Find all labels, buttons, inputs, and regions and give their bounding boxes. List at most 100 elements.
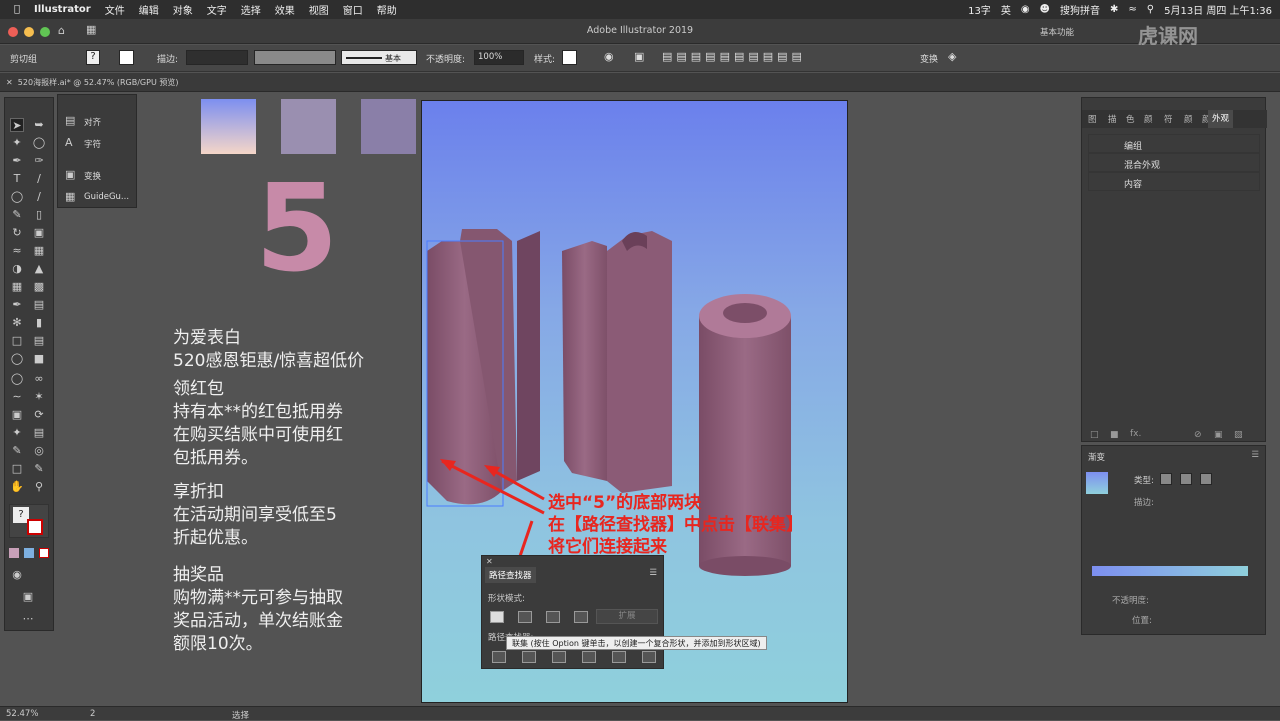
gradient-preview[interactable] (1086, 472, 1108, 494)
none-mode-icon[interactable] (39, 548, 49, 558)
variable-width-field[interactable] (254, 50, 336, 65)
tab-image[interactable]: 图 (1088, 113, 1097, 125)
fill-stroke-widget[interactable]: ? (9, 504, 49, 538)
search-icon[interactable]: ⚲ (1147, 4, 1154, 15)
tab-color[interactable]: 色 (1126, 113, 1135, 125)
minus-front-icon[interactable] (518, 611, 532, 623)
word-count[interactable]: 13字 (968, 2, 991, 17)
menu-type[interactable]: 文字 (207, 2, 227, 17)
expand-button[interactable]: 扩展 (596, 609, 658, 624)
apple-icon[interactable]:  (14, 4, 20, 15)
color-swatch-gradient[interactable] (201, 99, 256, 154)
pen-tool-icon[interactable]: ✒ (10, 154, 24, 168)
opacity-input[interactable]: 100% (474, 50, 524, 65)
add-stroke-icon[interactable]: □ (1090, 430, 1099, 440)
promo-block-1[interactable]: 为爱表白 520感恩钜惠/惊喜超低价 (173, 327, 364, 373)
promo-block-3[interactable]: 享折扣 在活动期间享受低至5 折起优惠。 (173, 481, 337, 550)
ellipse-shape-icon[interactable]: ◯ (10, 372, 24, 386)
menu-object[interactable]: 对象 (173, 2, 193, 17)
trim-icon[interactable] (522, 651, 536, 663)
digit-two-shape[interactable] (562, 231, 672, 493)
align-buttons-icon[interactable]: ▤▤▤▤▤▤▤▤▤▤ (662, 50, 806, 63)
record-icon[interactable]: ◉ (1021, 4, 1030, 15)
scale-tool-icon[interactable]: ▣ (32, 226, 46, 240)
color-swatch-lavender[interactable] (281, 99, 336, 154)
zoom-tool-icon[interactable]: ⚲ (32, 480, 46, 494)
menu-help[interactable]: 帮助 (377, 2, 397, 17)
menu-window[interactable]: 窗口 (343, 2, 363, 17)
digit-five-bottom-parts[interactable] (426, 229, 540, 507)
fx-icon[interactable]: fx. (1130, 429, 1141, 439)
stroke-weight-field[interactable] (186, 50, 248, 65)
crop-icon[interactable]: □ (10, 462, 24, 476)
tab-stroke[interactable]: 描 (1108, 113, 1117, 125)
unite-icon[interactable] (490, 611, 504, 623)
transform-link[interactable]: 变换 (920, 52, 938, 65)
warp-tool-icon[interactable]: ∞ (32, 372, 46, 386)
mesh-tool-icon[interactable]: ▩ (32, 280, 46, 294)
slice-tool-icon[interactable]: ▤ (32, 334, 46, 348)
graph-tool-icon[interactable]: ▤ (32, 298, 46, 312)
ellipse-tool-icon[interactable]: ◯ (10, 190, 24, 204)
eyedropper-icon[interactable]: ✒ (10, 298, 24, 312)
menu-select[interactable]: 选择 (241, 2, 261, 17)
puppet-warp-icon[interactable]: ✦ (10, 426, 24, 440)
pathfinder-title[interactable]: 路径查找器 (485, 567, 536, 583)
intersect-icon[interactable] (546, 611, 560, 623)
clear-icon[interactable]: ⊘ (1194, 430, 1202, 440)
radial-gradient-icon[interactable] (1180, 473, 1192, 485)
chart-icon[interactable]: ▤ (32, 426, 46, 440)
selection-tool-icon[interactable]: ➤ (10, 118, 24, 132)
type-tool-icon[interactable]: T (10, 172, 24, 186)
hand-tool-icon[interactable]: ✋ (10, 480, 24, 494)
linear-gradient-icon[interactable] (1160, 473, 1172, 485)
outline-icon[interactable] (612, 651, 626, 663)
color-mode-icon[interactable] (9, 548, 19, 558)
menu-edit[interactable]: 编辑 (139, 2, 159, 17)
transform-panel-icon[interactable]: ▣ (10, 408, 24, 422)
tab-appearance[interactable]: 外观 (1208, 110, 1234, 128)
isolate-icon[interactable]: ◈ (948, 50, 956, 63)
shape-builder-icon[interactable]: ◑ (10, 262, 24, 276)
magic-wand-icon[interactable]: ✦ (10, 136, 24, 150)
bluetooth-icon[interactable]: ✱ (1110, 4, 1118, 15)
stroke-color-box[interactable] (27, 519, 43, 535)
color-swatch-purple[interactable] (361, 99, 416, 154)
gradient-slider[interactable] (1092, 566, 1248, 576)
gradient-menu-icon[interactable]: ☰ (1251, 450, 1259, 460)
knife-icon[interactable]: ✎ (10, 444, 24, 458)
paintbrush-icon[interactable]: ∕ (32, 190, 46, 204)
panel-close-icon[interactable]: ✕ (486, 557, 493, 566)
menu-file[interactable]: 文件 (105, 2, 125, 17)
draw-mode-icon[interactable]: ◉ (10, 568, 24, 582)
stroke-swatch[interactable] (119, 50, 134, 65)
reshape-icon[interactable]: ⟳ (32, 408, 46, 422)
appearance-row-group[interactable]: 编组 (1088, 134, 1260, 153)
panel-menu-icon[interactable]: ☰ (649, 568, 657, 578)
sogou-input[interactable]: 搜狗拼音 (1060, 2, 1100, 17)
panel-align[interactable]: ▤ 对齐 (58, 111, 138, 131)
zoom-level[interactable]: 52.47% (6, 709, 38, 719)
live-paint-icon[interactable]: ▲ (32, 262, 46, 276)
wechat-icon[interactable]: ☻ (1040, 4, 1050, 15)
gradient-tool-icon[interactable]: ■ (32, 352, 46, 366)
rotate-tool-icon[interactable]: ↻ (10, 226, 24, 240)
tab-symbols[interactable]: 符 (1164, 113, 1173, 125)
menu-app[interactable]: Illustrator (34, 4, 91, 15)
artboard-tool-icon[interactable]: □ (10, 334, 24, 348)
appearance-row-blend[interactable]: 混合外观 (1088, 153, 1260, 172)
screen-mode-icon[interactable]: ▣ (21, 590, 35, 604)
free-transform-icon[interactable]: ▦ (32, 244, 46, 258)
recolor-icon[interactable]: ◉ (604, 50, 614, 63)
lasso-icon[interactable]: ◯ (32, 136, 46, 150)
menu-view[interactable]: 视图 (309, 2, 329, 17)
add-fill-icon[interactable]: ■ (1110, 430, 1119, 440)
crop-pf-icon[interactable] (582, 651, 596, 663)
crystallize-icon[interactable]: ✶ (32, 390, 46, 404)
column-graph-icon[interactable]: ▮ (32, 316, 46, 330)
appearance-row-contents[interactable]: 内容 (1088, 172, 1260, 191)
smooth-tool-icon[interactable]: ∼ (10, 390, 24, 404)
divide-icon[interactable] (492, 651, 506, 663)
tab-color-guide[interactable]: 颜 (1144, 113, 1153, 125)
workspace-switcher[interactable]: 基本功能 (1040, 26, 1074, 38)
